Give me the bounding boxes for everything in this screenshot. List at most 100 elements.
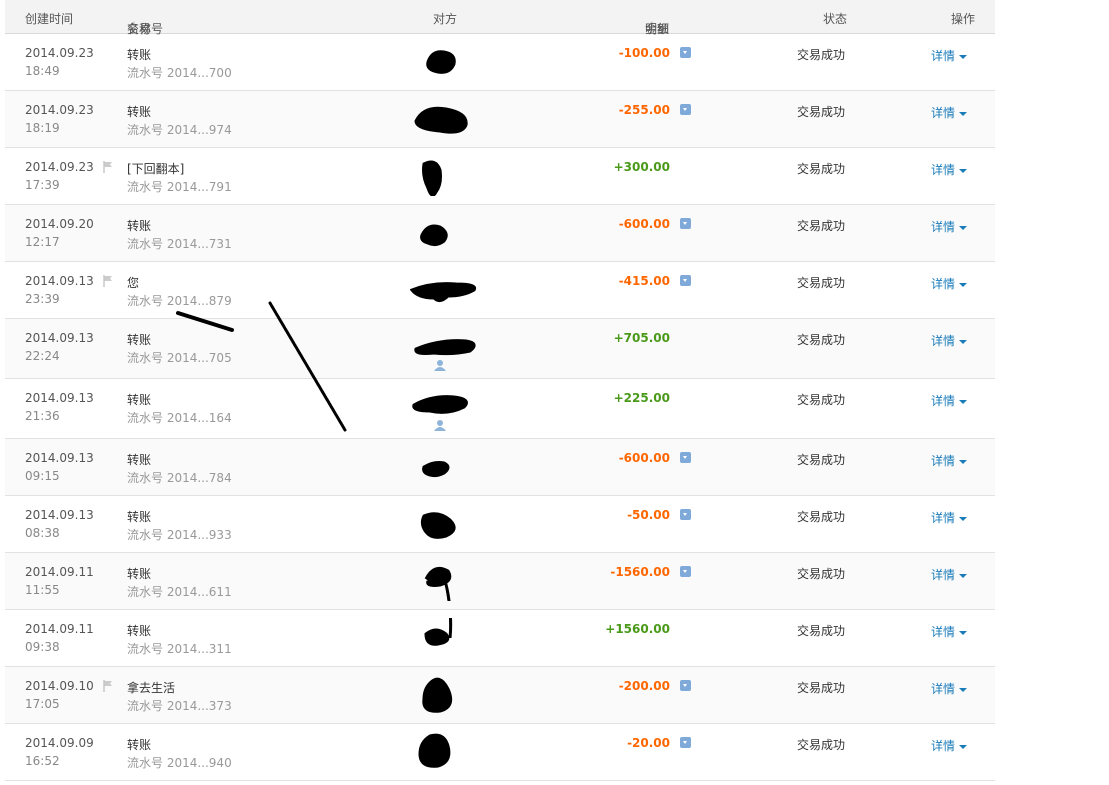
- counterparty-redacted: [414, 339, 476, 356]
- row-time: 12:17: [25, 235, 60, 249]
- details-link[interactable]: 详情: [931, 220, 955, 234]
- details-dropdown[interactable]: 详情: [931, 452, 968, 469]
- row-name[interactable]: 转账: [127, 736, 151, 753]
- row-amount: -50.00: [627, 508, 670, 522]
- details-dropdown[interactable]: 详情: [931, 47, 968, 64]
- details-dropdown[interactable]: 详情: [931, 275, 968, 292]
- details-link[interactable]: 详情: [931, 625, 955, 639]
- row-time: 09:38: [25, 640, 60, 654]
- chevron-down-icon: [959, 111, 968, 116]
- counterparty-redacted: [422, 461, 450, 478]
- row-date: 2014.09.23: [25, 46, 94, 60]
- flag-icon[interactable]: [103, 275, 113, 287]
- details-link[interactable]: 详情: [931, 106, 955, 120]
- details-dropdown[interactable]: 详情: [931, 566, 968, 583]
- row-status: 交易成功: [797, 393, 846, 407]
- details-dropdown[interactable]: 详情: [931, 623, 968, 640]
- col-party: 对方: [433, 12, 458, 26]
- counterparty-redacted: [414, 106, 468, 134]
- row-date: 2014.09.23: [25, 103, 94, 117]
- row-amount: +225.00: [613, 391, 670, 405]
- detail-expand-icon[interactable]: [680, 452, 691, 463]
- details-link[interactable]: 详情: [931, 163, 955, 177]
- detail-expand-icon[interactable]: [680, 737, 691, 748]
- details-dropdown[interactable]: 详情: [931, 680, 968, 697]
- row-serial-no: 流水号 2014...879: [127, 294, 232, 308]
- row-date: 2014.09.20: [25, 217, 94, 231]
- col-ops: 操作: [951, 12, 976, 26]
- detail-expand-icon[interactable]: [680, 680, 691, 691]
- details-link[interactable]: 详情: [931, 739, 955, 753]
- details-dropdown[interactable]: 详情: [931, 218, 968, 235]
- row-amount: -415.00: [618, 274, 670, 288]
- row-status: 交易成功: [797, 510, 846, 524]
- flag-icon[interactable]: [103, 680, 113, 692]
- details-link[interactable]: 详情: [931, 334, 955, 348]
- details-link[interactable]: 详情: [931, 277, 955, 291]
- table-row: 2014.09.13 09:15 转账 流水号 2014...784 -600.00 交易…: [5, 439, 995, 496]
- row-name[interactable]: 转账: [127, 451, 151, 468]
- row-name[interactable]: 转账: [127, 331, 151, 348]
- flag-icon[interactable]: [103, 161, 113, 173]
- row-name[interactable]: 转账: [127, 622, 151, 639]
- counterparty-redacted: [426, 50, 456, 74]
- detail-expand-icon[interactable]: [680, 218, 691, 229]
- row-amount: +300.00: [613, 160, 670, 174]
- row-amount: -255.00: [618, 103, 670, 117]
- chevron-down-icon: [959, 630, 968, 635]
- col-status: 状态: [823, 12, 848, 26]
- row-time: 08:38: [25, 526, 60, 540]
- counterparty-redacted: [410, 282, 477, 303]
- details-dropdown[interactable]: 详情: [931, 332, 968, 349]
- row-name[interactable]: 拿去生活: [127, 679, 175, 696]
- user-icon: [434, 420, 446, 431]
- row-amount: -600.00: [618, 217, 670, 231]
- col-created-time[interactable]: 创建时间: [25, 10, 73, 27]
- details-dropdown[interactable]: 详情: [931, 737, 968, 754]
- details-dropdown[interactable]: 详情: [931, 509, 968, 526]
- detail-expand-icon[interactable]: [680, 566, 691, 577]
- row-serial-no: 流水号 2014...933: [127, 528, 232, 542]
- table-row: 2014.09.13 08:38 转账流水号 2014...933 -50.00 交易成…: [5, 496, 995, 553]
- row-date: 2014.09.13: [25, 508, 94, 522]
- row-name[interactable]: 转账: [127, 508, 151, 525]
- row-serial-no: 流水号 2014...791: [127, 180, 232, 194]
- row-status: 交易成功: [797, 48, 846, 62]
- chevron-down-icon: [959, 339, 968, 344]
- row-name[interactable]: 转账: [127, 391, 151, 408]
- row-name[interactable]: 转账: [127, 46, 151, 63]
- row-name[interactable]: [下回翻本]: [127, 160, 184, 177]
- row-name[interactable]: 转账: [127, 103, 151, 120]
- user-icon: [434, 360, 446, 371]
- table-row: 2014.09.10 17:05 拿去生活 流水号 2014...373 -200.00…: [5, 667, 995, 724]
- table-row: 2014.09.11 11:55 转账 流水号 2014...611 -1560.00 交…: [5, 553, 995, 610]
- details-link[interactable]: 详情: [931, 454, 955, 468]
- row-status: 交易成功: [797, 453, 846, 467]
- row-date: 2014.09.13: [25, 274, 94, 288]
- row-name[interactable]: 转账: [127, 565, 151, 582]
- row-status: 交易成功: [797, 567, 846, 581]
- details-dropdown[interactable]: 详情: [931, 104, 968, 121]
- counterparty-redacted: [422, 677, 453, 713]
- detail-expand-icon[interactable]: [680, 47, 691, 58]
- detail-expand-icon[interactable]: [680, 104, 691, 115]
- row-amount: -600.00: [618, 451, 670, 465]
- row-time: 23:39: [25, 292, 60, 306]
- details-link[interactable]: 详情: [931, 49, 955, 63]
- row-amount: -1560.00: [610, 565, 670, 579]
- details-dropdown[interactable]: 详情: [931, 161, 968, 178]
- details-link[interactable]: 详情: [931, 682, 955, 696]
- details-link[interactable]: 详情: [931, 511, 955, 525]
- detail-expand-icon[interactable]: [680, 509, 691, 520]
- detail-expand-icon[interactable]: [680, 275, 691, 286]
- row-name[interactable]: 您: [127, 274, 139, 291]
- details-dropdown[interactable]: 详情: [931, 392, 968, 409]
- chevron-down-icon: [959, 516, 968, 521]
- row-serial-no: 流水号 2014...731: [127, 237, 232, 251]
- row-date: 2014.09.10: [25, 679, 94, 693]
- details-link[interactable]: 详情: [931, 394, 955, 408]
- chevron-down-icon: [959, 168, 968, 173]
- details-link[interactable]: 详情: [931, 568, 955, 582]
- row-name[interactable]: 转账: [127, 217, 151, 234]
- row-status: 交易成功: [797, 105, 846, 119]
